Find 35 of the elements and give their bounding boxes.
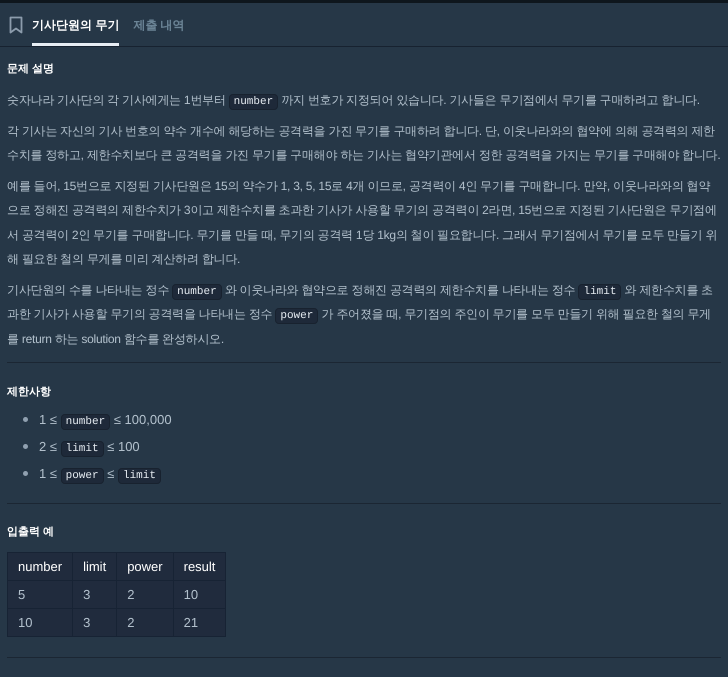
inline-code: number — [60, 414, 110, 430]
table-header-cell: number — [8, 552, 73, 580]
paragraph: 예를 들어, 15번으로 지정된 기사단원은 15의 약수가 1, 3, 5, 15로 4개 이므로, 공격력이 4인 무기를 구매합니다. 만약, 이웃나라와의 협약으로 정해진 공격력의 제한수치가 3이고 제한수치를 초과한 기사가 사용할 무기의 공격력이 2라면, 15번으로 지정된 기사단원은 무기점에서 공격력이 2인 무기를 구매합니다. 무기를 만들 때, 무기의 공격력 1당 1kg의 철이 필요합니다. 그래서 무기점에서 무기를 모두 만들기 위해 필요한 철의 무게를 미리 계산하려 합니다. — [7, 178, 718, 268]
bullet-icon — [23, 471, 28, 476]
table-header-cell: power — [116, 552, 174, 580]
bullet-icon — [23, 444, 28, 449]
section-heading: 입출력 예 — [7, 525, 56, 540]
bookmark-icon[interactable] — [9, 16, 23, 34]
section-heading: 제한사항 — [7, 385, 52, 400]
paragraph: 기사단원의 수를 나타내는 정수 number 와 이웃나라와 협약으로 정해진 공격력의 제한수치를 나타내는 정수 limit 와 제한수치를 초과한 기사가 사용할 무기의 공격력을 나타내는 정수 power 가 주어졌을 때, 무기점의 주인이 무기를 모두 만들기 위해 필요한 철의 무게를 return 하는 solution 함수를 완성하시오. — [7, 282, 714, 348]
table-cell: 21 — [173, 608, 226, 636]
paragraph: 각 기사는 자신의 기사 번호의 약수 개수에 해당하는 공격력을 가진 무기를 구매하려 합니다. 단, 이웃나라와의 협약에 의해 공격력의 제한수치를 정하고, 제한수치보다 큰 공격력을 가진 무기를 구매해야 하는 기사는 협약기관에서 정한 공격력을 가지는 무기를 구매해야 합니다. — [7, 122, 721, 164]
constraint-text: 1 ≤ power ≤ limit — [39, 464, 161, 484]
table-cell: 5 — [8, 580, 73, 608]
table-cell: 10 — [8, 608, 73, 636]
inline-code: number — [172, 284, 222, 300]
table-cell: 3 — [72, 580, 117, 608]
table-cell: 2 — [116, 580, 174, 608]
table-cell: 2 — [116, 608, 174, 636]
table-header-cell: result — [173, 552, 226, 580]
table-cell: 3 — [72, 608, 117, 636]
constraint-text: 1 ≤ number ≤ 100,000 — [39, 410, 172, 430]
tab[interactable]: 기사단원의 무기 — [32, 3, 120, 46]
constraint-text: 2 ≤ limit ≤ 100 — [39, 438, 140, 456]
inline-code: limit — [60, 440, 104, 456]
paragraph: 숫자나라 기사단의 각 기사에게는 1번부터 number 까지 번호가 지정되어 있습니다. 기사들은 무기점에서 무기를 구매하려고 합니다. — [7, 92, 701, 112]
inline-code: power — [275, 308, 318, 324]
table-cell: 10 — [173, 580, 226, 608]
inline-code: limit — [578, 284, 622, 300]
bullet-icon — [23, 417, 28, 422]
inline-code: power — [60, 468, 104, 484]
section-heading: 문제 설명 — [7, 62, 56, 77]
inline-code: limit — [118, 468, 161, 484]
table-header-cell: limit — [72, 552, 117, 580]
inline-code: number — [228, 94, 278, 110]
